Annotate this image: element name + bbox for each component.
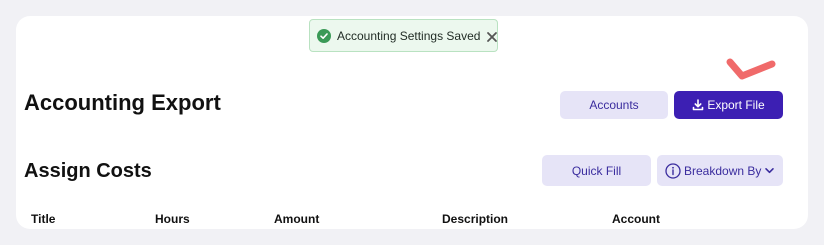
close-icon[interactable] (486, 30, 498, 42)
breakdown-by-dropdown[interactable]: Breakdown By (657, 155, 783, 186)
column-header-account[interactable]: Account (612, 212, 660, 226)
download-icon (693, 99, 704, 111)
section-title: Assign Costs (24, 160, 152, 182)
info-icon (665, 162, 681, 179)
breakdown-by-label: Breakdown By (684, 163, 762, 178)
checkmark-annotation-icon (726, 58, 776, 80)
chevron-down-icon (765, 168, 775, 174)
column-header-description[interactable]: Description (442, 212, 508, 226)
column-header-amount[interactable]: Amount (274, 212, 319, 226)
table-header: Title Hours Amount Description Account (0, 212, 824, 228)
column-header-hours[interactable]: Hours (155, 212, 190, 226)
quick-fill-button[interactable]: Quick Fill (542, 155, 651, 186)
success-toast: Accounting Settings Saved (309, 19, 498, 52)
accounts-button[interactable]: Accounts (560, 91, 668, 119)
toast-message: Accounting Settings Saved (337, 28, 481, 43)
accounts-button-label: Accounts (589, 98, 639, 112)
quick-fill-button-label: Quick Fill (571, 163, 622, 178)
page-title: Accounting Export (24, 90, 221, 115)
export-file-button[interactable]: Export File (674, 91, 783, 119)
column-header-title[interactable]: Title (31, 212, 55, 226)
check-circle-icon (317, 28, 331, 43)
export-file-button-label: Export File (707, 98, 765, 112)
